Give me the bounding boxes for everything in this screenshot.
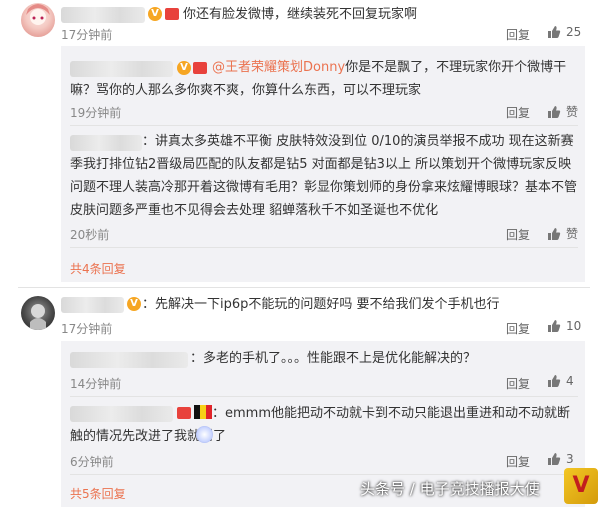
emoji-icon (196, 426, 213, 443)
reply-text: ：emmm他能把动不动就卡到不动只能退出重进和动不动就断触的情况先改进了我就谢了 (70, 406, 570, 444)
reply-button[interactable]: 回复 (506, 26, 530, 43)
username-blurred[interactable] (61, 297, 124, 313)
like-button[interactable]: 赞 (547, 103, 578, 120)
reply-button[interactable]: 回复 (506, 375, 530, 392)
reply-button[interactable]: 回复 (506, 320, 530, 337)
reply-text: ：讲真太多英雄不平衡 皮肤特效没到位 0/10的演员举报不成功 现在这新赛季我打… (70, 134, 578, 218)
more-replies-link[interactable]: 共5条回复 (70, 485, 126, 502)
username-blurred[interactable] (70, 352, 188, 368)
comment-time: 17分钟前 (61, 28, 113, 42)
thumbs-up-icon (548, 453, 561, 465)
reply-text: ：多老的手机了。。。性能跟不上是优化能解决的？ (190, 351, 477, 366)
divider (70, 474, 578, 475)
mention-link[interactable]: @王者荣耀策划Donny (212, 60, 345, 75)
thumbs-up-icon (548, 375, 561, 387)
like-label: 赞 (566, 105, 579, 119)
like-label: 赞 (566, 227, 579, 241)
username-blurred[interactable] (61, 7, 145, 23)
reply-button[interactable]: 回复 (506, 104, 530, 121)
like-button[interactable]: 10 (547, 319, 581, 333)
like-count: 3 (566, 452, 574, 466)
v-badge-icon: V (148, 7, 162, 21)
comment-time: 17分钟前 (61, 322, 113, 336)
like-count: 25 (566, 25, 582, 39)
like-button[interactable]: 3 (547, 452, 574, 466)
divider (70, 125, 578, 126)
reply-text: @王者荣耀策划Donny你是不是飘了，不理玩家你开个微博干嘛？骂你的人那么多你爽… (70, 60, 567, 98)
like-button[interactable]: 赞 (547, 225, 578, 242)
reply-time: 19分钟前 (70, 106, 122, 120)
like-button[interactable]: 25 (547, 25, 581, 39)
comment-divider (18, 287, 590, 288)
reply-button[interactable]: 回复 (506, 226, 530, 243)
reply-time: 6分钟前 (70, 455, 114, 469)
divider (70, 247, 578, 248)
thumbs-up-icon (548, 105, 561, 118)
watermark-logo: V (564, 468, 598, 504)
reply-time: 20秒前 (70, 228, 110, 242)
reply-button[interactable]: 回复 (506, 453, 530, 470)
thumbs-up-icon (548, 320, 561, 332)
like-button[interactable]: 4 (547, 374, 574, 388)
comment-text: 你还有脸发微博，继续装死不回复玩家啊 (183, 7, 418, 22)
comment-text: ：先解决一下ip6p不能玩的问题好吗 要不给我们发个手机也行 (142, 297, 500, 312)
level-badge-icon (165, 8, 179, 20)
v-badge-icon: V (127, 297, 141, 311)
reply-time: 14分钟前 (70, 377, 122, 391)
avatar[interactable] (21, 3, 55, 37)
watermark: 头条号 / 电子竞技播报大使 (360, 480, 540, 498)
thumbs-up-icon (548, 227, 561, 240)
like-count: 4 (566, 374, 574, 388)
more-replies-link[interactable]: 共4条回复 (70, 260, 126, 277)
avatar[interactable] (21, 296, 55, 330)
thumbs-up-icon (548, 26, 561, 38)
divider (70, 396, 578, 397)
like-count: 10 (566, 319, 582, 333)
